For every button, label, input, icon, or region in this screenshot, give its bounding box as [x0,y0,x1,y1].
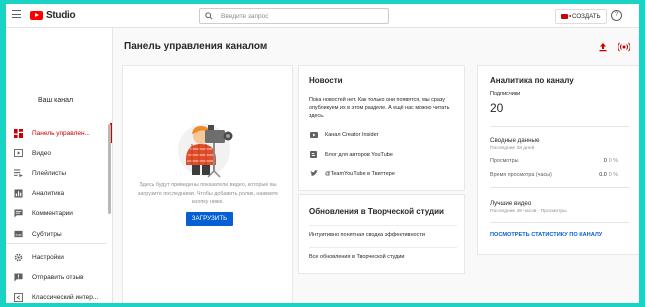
create-button-label: СОЗДАТЬ [572,13,601,20]
go-live-icon[interactable] [617,42,631,54]
dashboard-icon [13,128,23,138]
search-input[interactable] [221,12,371,20]
logo-text: Studio [46,10,76,21]
youtube-logo-icon [30,11,43,20]
playlist-icon [13,169,23,178]
subscribers-label: Подписчики [490,91,521,97]
news-link-twitter[interactable]: @TeamYouTube в Твиттере [309,170,395,177]
channel-analytics-card: Аналитика по каналу Подписчики 20 Сводны… [477,65,639,255]
page-title: Панель управления каналом [124,41,268,52]
sidebar-item-analytics[interactable]: Аналитика [6,184,112,204]
stat-change: 0 % [608,172,618,178]
comments-icon [13,209,23,218]
sidebar-bottom-nav: Настройки Отправить отзыв Классический и… [6,247,112,303]
updates-divider [309,225,457,226]
stat-value: 0.0 [599,172,607,178]
news-card: Новости Пока новостей нет. Как только он… [298,65,465,191]
sidebar-item-video[interactable]: Видео [6,143,112,163]
top-videos-period: Последние 48 часов · Просмотры [490,209,567,214]
sidebar-item-settings[interactable]: Настройки [6,247,112,267]
top-videos-title: Лучшие видео [490,200,532,207]
analytics-divider [490,222,630,223]
news-text: Пока новостей нет. Как только они появят… [309,97,450,120]
sidebar-item-label: Плейлисты [32,169,67,177]
studio-updates-card: Обновления в Творческой студии Интуитивн… [298,194,465,274]
sidebar-item-label: Классический интер... [32,293,99,301]
youtube-icon [309,132,318,138]
twitter-icon [309,170,318,177]
stat-row-views: Просмотры 00 % [490,158,618,164]
studio-logo[interactable]: Studio [30,10,76,21]
analytics-divider [490,126,630,127]
stat-value-group: 00 % [604,158,618,164]
upload-card-text: Здесь будут приведены показатели видео, … [137,182,279,205]
sidebar-item-classic[interactable]: Классический интер... [6,287,112,303]
sidebar-item-label: Отправить отзыв [32,273,84,281]
video-icon [13,149,23,158]
summary-title: Сводные данные [490,137,540,144]
view-channel-analytics-link[interactable]: ПОСМОТРЕТЬ СТАТИСТИКУ ПО КАНАЛУ [490,232,602,238]
analytics-title: Аналитика по каналу [490,76,574,85]
stat-label: Время просмотра (часы) [490,172,552,178]
upload-button[interactable]: ЗАГРУЗИТЬ [186,212,233,226]
search-icon [205,12,213,20]
sidebar-item-label: Видео [32,149,51,157]
upload-card: Здесь будут приведены показатели видео, … [122,65,293,303]
studio-window: Studio СОЗДАТЬ ? Ваш канал Панель управл… [6,4,639,303]
sidebar-item-feedback[interactable]: Отправить отзыв [6,267,112,287]
analytics-divider [490,187,630,188]
subscribers-value: 20 [490,101,504,115]
sidebar-item-label: Настройки [32,253,64,261]
updates-divider [309,247,457,248]
news-title: Новости [309,76,343,85]
sidebar-item-label: Субтитры [32,230,62,238]
stat-label: Просмотры [490,158,519,164]
sidebar: Ваш канал Панель управлен... Видео Плейл… [6,28,113,303]
sidebar-scrollbar[interactable] [108,124,111,214]
sidebar-item-subtitles[interactable]: Субтитры [6,224,112,244]
sidebar-item-label: Панель управлен... [32,129,90,137]
help-icon[interactable]: ? [611,10,622,21]
news-link-creator-insider[interactable]: Канал Creator Insider [309,132,378,138]
sidebar-item-comments[interactable]: Комментарии [6,204,112,224]
update-item[interactable]: Все обновления в Творческой студии [309,254,404,260]
sidebar-item-playlists[interactable]: Плейлисты [6,163,112,183]
sidebar-item-label: Комментарии [32,210,73,218]
stat-value: 0 [603,158,607,164]
news-link-label: Канал Creator Insider [325,132,379,138]
upload-icon[interactable] [598,42,608,54]
feedback-icon [13,273,23,282]
sidebar-item-dashboard[interactable]: Панель управлен... [6,123,112,144]
search-box[interactable] [199,8,389,24]
channel-label[interactable]: Ваш канал [38,97,73,104]
menu-icon[interactable] [12,10,21,19]
create-button[interactable]: СОЗДАТЬ [555,9,607,24]
blogger-icon [309,151,318,158]
update-item[interactable]: Интуитивно понятная сводка эффективности [309,232,425,238]
news-link-blog[interactable]: Блог для авторов YouTube [309,151,393,158]
news-link-label: @TeamYouTube в Твиттере [325,170,395,177]
video-camera-icon [561,14,571,19]
analytics-icon [13,189,23,198]
sidebar-item-label: Аналитика [32,190,65,198]
stat-row-watch-time: Время просмотра (часы) 0.0 0 % [490,172,618,178]
subtitles-icon [13,230,23,238]
stat-value-group: 0.0 0 % [599,172,618,178]
sidebar-divider [6,243,106,244]
sidebar-nav: Панель управлен... Видео Плейлисты Анали… [6,123,112,244]
updates-title: Обновления в Творческой студии [309,207,444,216]
stat-change: 0 % [608,158,618,164]
gear-icon [13,253,23,262]
creator-illustration [178,124,233,178]
summary-period: Последние 28 дней [490,146,535,151]
news-link-label: Блог для авторов YouTube [325,151,393,158]
top-bar: Studio СОЗДАТЬ ? [6,4,639,28]
classic-icon [13,292,23,302]
